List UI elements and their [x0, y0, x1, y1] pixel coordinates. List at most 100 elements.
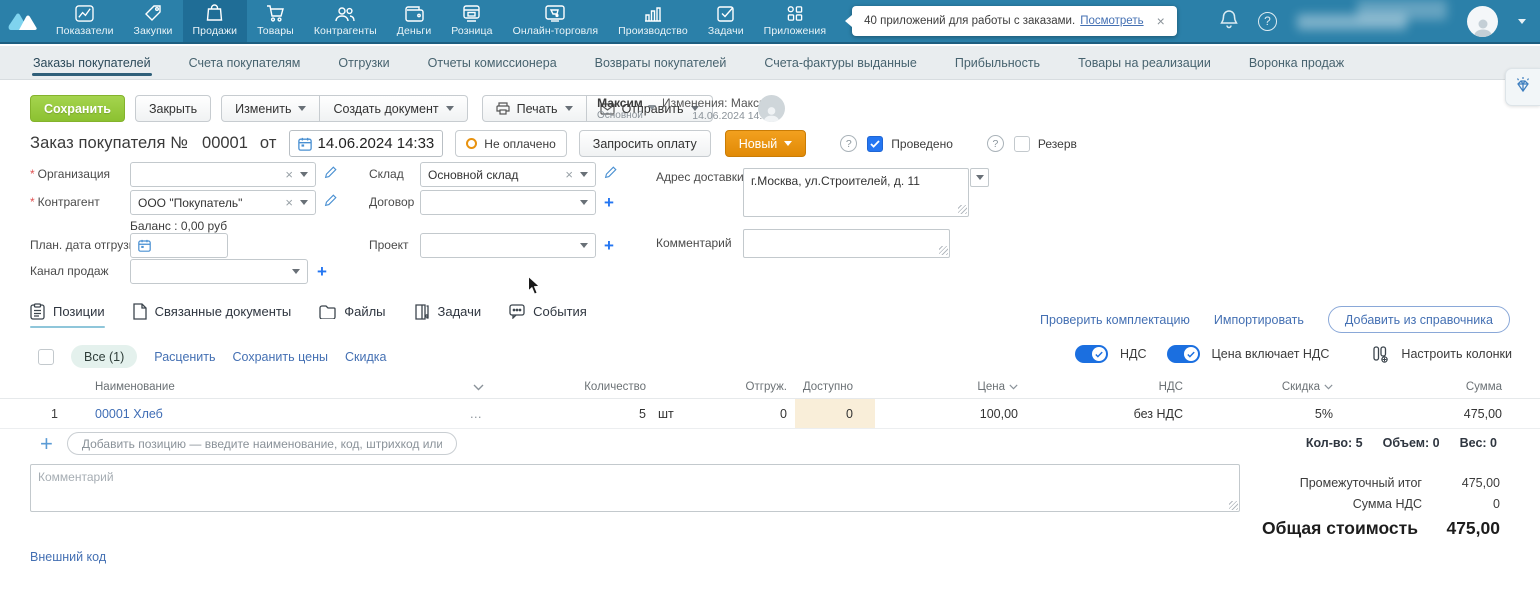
- row-vat[interactable]: без НДС: [1025, 399, 1185, 428]
- add-sales-channel-icon[interactable]: +: [317, 263, 327, 280]
- side-diamond-widget[interactable]: [1505, 68, 1540, 106]
- address-dropdown-button[interactable]: [970, 168, 989, 187]
- add-from-catalog-button[interactable]: Добавить из справочника: [1327, 306, 1510, 333]
- price-incl-vat-toggle[interactable]: [1166, 345, 1200, 363]
- expand-chevron-icon[interactable]: [473, 384, 484, 391]
- tab-commission-reports[interactable]: Отчеты комиссионера: [409, 46, 576, 79]
- user-avatar[interactable]: [1467, 5, 1498, 37]
- reprice-link[interactable]: Расценить: [154, 350, 215, 364]
- col-quantity[interactable]: Количество: [584, 381, 646, 393]
- all-filter-pill[interactable]: Все (1): [71, 345, 138, 368]
- nav-item-production[interactable]: Производство: [608, 0, 698, 42]
- nav-item-apps[interactable]: Приложения: [754, 0, 836, 42]
- create-document-button[interactable]: Создать документ: [320, 95, 468, 122]
- discount-link[interactable]: Скидка: [345, 350, 386, 364]
- tab-consignment-goods[interactable]: Товары на реализации: [1059, 46, 1230, 79]
- nav-item-sales[interactable]: Продажи: [182, 0, 248, 42]
- tab-customer-returns[interactable]: Возвраты покупателей: [576, 46, 746, 79]
- edit-button[interactable]: Изменить: [221, 95, 321, 122]
- nav-item-indicators[interactable]: Показатели: [46, 0, 124, 42]
- add-position-icon[interactable]: +: [40, 432, 53, 455]
- payment-status-chip[interactable]: Не оплачено: [455, 130, 567, 157]
- help-icon[interactable]: ?: [1258, 11, 1277, 31]
- tab-positions[interactable]: Позиции: [30, 303, 105, 328]
- table-row[interactable]: 1 00001 Хлеб … 5 шт 0 0 100,00 без НДС 5…: [0, 399, 1540, 429]
- tab-linked-documents[interactable]: Связанные документы: [132, 303, 291, 328]
- close-button[interactable]: Закрыть: [134, 95, 212, 122]
- add-contract-icon[interactable]: +: [604, 194, 614, 211]
- save-button[interactable]: Сохранить: [30, 95, 125, 122]
- clear-icon[interactable]: ×: [565, 167, 573, 182]
- row-quantity[interactable]: 5: [490, 399, 650, 428]
- tab-sales-funnel[interactable]: Воронка продаж: [1230, 46, 1363, 79]
- add-project-icon[interactable]: +: [604, 237, 614, 254]
- configure-columns-link[interactable]: Настроить колонки: [1401, 347, 1512, 361]
- counterparty-edit-icon[interactable]: [324, 194, 337, 212]
- document-date-field[interactable]: 14.06.2024 14:33: [288, 130, 444, 157]
- nav-item-money[interactable]: Деньги: [387, 0, 442, 42]
- nav-item-goods[interactable]: Товары: [247, 0, 304, 42]
- order-comment-field[interactable]: [30, 464, 1240, 512]
- carried-help-icon[interactable]: ?: [840, 135, 858, 152]
- moysklad-logo[interactable]: [0, 0, 46, 42]
- bell-icon[interactable]: [1220, 9, 1238, 34]
- col-price[interactable]: Цена: [977, 381, 1005, 393]
- tab-issued-invoices[interactable]: Счета-фактуры выданные: [745, 46, 935, 79]
- check-kit-link[interactable]: Проверить комплектацию: [1040, 313, 1190, 327]
- form-comment-field[interactable]: [743, 229, 950, 258]
- tab-customer-orders[interactable]: Заказы покупателей: [14, 46, 170, 79]
- external-code-link[interactable]: Внешний код: [30, 550, 106, 564]
- row-more-icon[interactable]: …: [470, 407, 485, 421]
- close-icon[interactable]: ×: [1157, 13, 1165, 29]
- reserve-help-icon[interactable]: ?: [986, 135, 1004, 152]
- nav-item-retail[interactable]: Розница: [441, 0, 502, 42]
- ship-date-field[interactable]: [130, 233, 228, 258]
- carried-checkbox[interactable]: [867, 135, 884, 152]
- tab-profitability[interactable]: Прибыльность: [936, 46, 1059, 79]
- sort-chevron-icon[interactable]: [1324, 384, 1333, 390]
- select-all-checkbox[interactable]: [38, 348, 54, 365]
- contract-select[interactable]: [420, 190, 596, 215]
- organization-select[interactable]: ×: [130, 162, 316, 187]
- reserve-checkbox[interactable]: [1013, 135, 1030, 152]
- tab-files[interactable]: Файлы: [319, 303, 386, 328]
- document-number[interactable]: 00001: [202, 134, 248, 153]
- organization-edit-icon[interactable]: [324, 166, 337, 184]
- nav-item-tasks[interactable]: Задачи: [698, 0, 754, 42]
- notification-view-link[interactable]: Посмотреть: [1080, 15, 1143, 27]
- position-link[interactable]: 00001 Хлеб: [95, 407, 163, 421]
- nav-item-purchases[interactable]: Закупки: [124, 0, 183, 42]
- nav-item-online-trade[interactable]: Онлайн-торговля: [503, 0, 609, 42]
- import-link[interactable]: Импортировать: [1214, 313, 1304, 327]
- project-select[interactable]: [420, 233, 596, 258]
- tab-tasks[interactable]: Задачи: [414, 303, 481, 328]
- col-name[interactable]: Наименование: [95, 381, 175, 393]
- owner-selector[interactable]: Максим Основной: [597, 96, 656, 121]
- vat-toggle[interactable]: [1075, 345, 1108, 363]
- delivery-address-field[interactable]: г.Москва, ул.Строителей, д. 11: [743, 168, 969, 217]
- sales-channel-select[interactable]: [130, 259, 308, 284]
- request-payment-button[interactable]: Запросить оплату: [578, 130, 711, 157]
- clear-icon[interactable]: ×: [285, 167, 293, 182]
- user-menu-caret-icon[interactable]: [1518, 18, 1526, 28]
- tab-shipments[interactable]: Отгрузки: [319, 46, 408, 79]
- status-button[interactable]: Новый: [724, 130, 807, 157]
- col-vat[interactable]: НДС: [1159, 381, 1183, 393]
- row-discount[interactable]: 5%: [1185, 399, 1335, 428]
- add-position-input[interactable]: [66, 432, 457, 455]
- sort-chevron-icon[interactable]: [1009, 384, 1018, 390]
- tab-events[interactable]: События: [509, 303, 587, 328]
- col-available[interactable]: Доступно: [803, 381, 853, 393]
- print-button[interactable]: Печать: [481, 95, 587, 122]
- row-price[interactable]: 100,00: [875, 399, 1025, 428]
- col-shipped[interactable]: Отгруж.: [746, 381, 787, 393]
- col-discount[interactable]: Скидка: [1282, 381, 1320, 393]
- col-sum[interactable]: Сумма: [1466, 381, 1502, 393]
- nav-item-counterparties[interactable]: Контрагенты: [304, 0, 387, 42]
- warehouse-edit-icon[interactable]: [604, 166, 617, 184]
- clear-icon[interactable]: ×: [285, 195, 293, 210]
- warehouse-select[interactable]: Основной склад ×: [420, 162, 596, 187]
- counterparty-select[interactable]: ООО "Покупатель" ×: [130, 190, 316, 215]
- save-prices-link[interactable]: Сохранить цены: [233, 350, 328, 364]
- tab-customer-invoices[interactable]: Счета покупателям: [170, 46, 320, 79]
